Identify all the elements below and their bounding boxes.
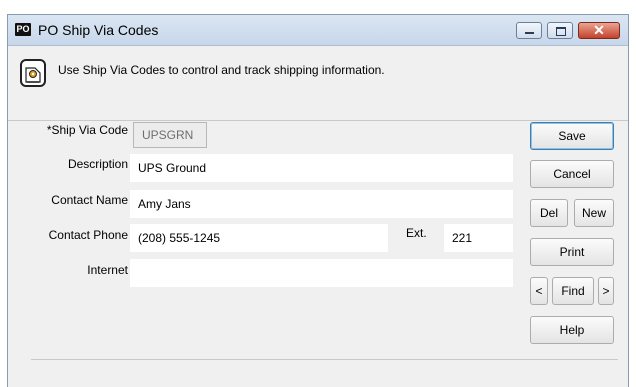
save-button[interactable]: Save <box>530 122 614 150</box>
document-gear-icon <box>20 59 46 87</box>
contact-name-label: Contact Name <box>51 193 128 207</box>
find-button[interactable]: Find <box>552 277 594 305</box>
ship-via-code-label: *Ship Via Code <box>46 123 128 137</box>
info-bar: Use Ship Via Codes to control and track … <box>8 46 628 121</box>
minimize-button[interactable] <box>516 22 542 39</box>
print-button[interactable]: Print <box>530 238 614 266</box>
app-icon: PO <box>15 23 31 36</box>
maximize-icon <box>556 27 566 36</box>
internet-field[interactable] <box>130 259 513 287</box>
maximize-button[interactable] <box>547 22 573 39</box>
bottom-divider <box>31 359 618 360</box>
description-field[interactable]: UPS Ground <box>130 154 513 182</box>
delete-button[interactable]: Del <box>530 199 568 227</box>
ext-label: Ext. <box>406 226 427 240</box>
new-button[interactable]: New <box>574 199 614 227</box>
window-title: PO Ship Via Codes <box>38 22 159 38</box>
help-button[interactable]: Help <box>530 316 614 344</box>
contact-phone-field[interactable]: (208) 555-1245 <box>130 224 388 252</box>
internet-label: Internet <box>87 263 128 277</box>
ship-via-code-field[interactable]: UPSGRN <box>133 122 207 148</box>
info-text: Use Ship Via Codes to control and track … <box>58 63 385 77</box>
title-bar[interactable]: PO PO Ship Via Codes ✕ <box>8 15 628 46</box>
cancel-button[interactable]: Cancel <box>530 160 614 188</box>
ext-field[interactable]: 221 <box>444 224 513 252</box>
close-button[interactable]: ✕ <box>578 22 620 39</box>
contact-name-field[interactable]: Amy Jans <box>130 190 513 218</box>
minimize-icon <box>525 32 534 34</box>
next-button[interactable]: > <box>598 277 614 305</box>
previous-button[interactable]: < <box>530 277 548 305</box>
close-icon: ✕ <box>593 22 605 38</box>
ship-via-codes-window: PO PO Ship Via Codes ✕ Use Ship Via Code… <box>7 14 629 387</box>
description-label: Description <box>67 157 128 171</box>
contact-phone-label: Contact Phone <box>48 228 128 242</box>
